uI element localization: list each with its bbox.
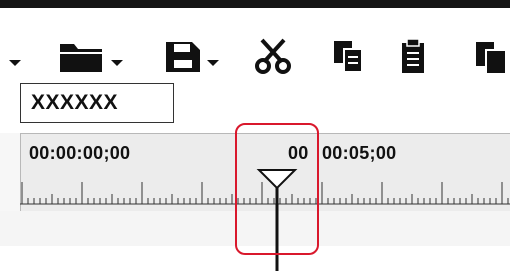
cut-icon bbox=[255, 38, 291, 74]
window-top-border bbox=[0, 0, 510, 8]
copy-button[interactable] bbox=[330, 38, 366, 74]
chevron-down-icon bbox=[207, 60, 219, 66]
chevron-down-icon bbox=[9, 60, 21, 66]
paste-icon bbox=[402, 38, 424, 73]
paste-insert-icon bbox=[476, 42, 507, 74]
save-button[interactable] bbox=[162, 38, 232, 74]
paste-insert-button[interactable] bbox=[474, 38, 510, 74]
cursor-highlight-box bbox=[235, 123, 319, 255]
next-timecode: 00:05;00 bbox=[322, 143, 397, 163]
cut-button[interactable] bbox=[254, 38, 294, 74]
chevron-down-icon bbox=[111, 60, 123, 66]
save-icon bbox=[166, 42, 200, 72]
open-folder-icon bbox=[60, 44, 102, 72]
toolbar bbox=[0, 8, 510, 80]
overflow-dropdown-button[interactable] bbox=[8, 38, 30, 74]
paste-button[interactable] bbox=[396, 38, 430, 74]
start-timecode: 00:00:00;00 bbox=[29, 143, 131, 163]
clip-name-field[interactable]: XXXXXX bbox=[20, 83, 174, 123]
open-button[interactable] bbox=[58, 38, 128, 74]
copy-icon bbox=[334, 41, 363, 73]
